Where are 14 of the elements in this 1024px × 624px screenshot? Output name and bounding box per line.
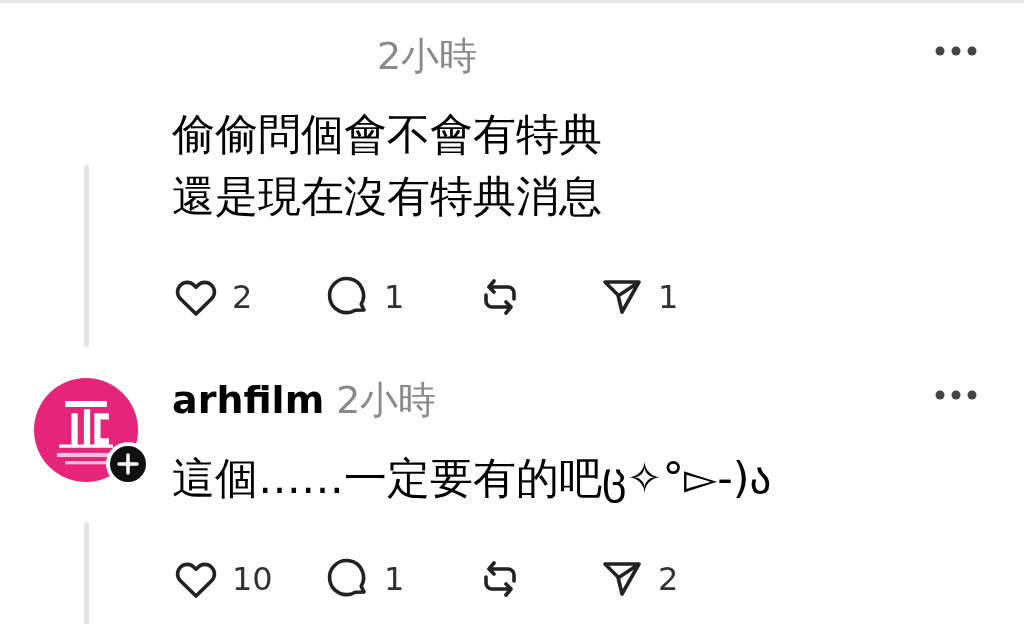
username[interactable]: arhfilm: [172, 378, 325, 422]
like-button[interactable]: 10: [172, 555, 324, 603]
post-text: 還是現在沒有特典消息: [172, 170, 603, 223]
more-icon[interactable]: [934, 389, 978, 401]
send-button[interactable]: 1: [598, 273, 750, 321]
post-time: 2小時: [377, 33, 478, 80]
reply-button[interactable]: 1: [324, 273, 476, 321]
post-text: 這個……一定要有的吧ც✧°▻-)ა: [172, 452, 773, 505]
post-text: 偷偷問個會不會有特典: [172, 108, 603, 161]
more-icon[interactable]: [934, 45, 978, 57]
reply-button[interactable]: 1: [324, 555, 476, 603]
like-button[interactable]: 2: [172, 273, 324, 321]
send-button[interactable]: 2: [598, 555, 750, 603]
post-time: 2小時: [336, 377, 437, 424]
